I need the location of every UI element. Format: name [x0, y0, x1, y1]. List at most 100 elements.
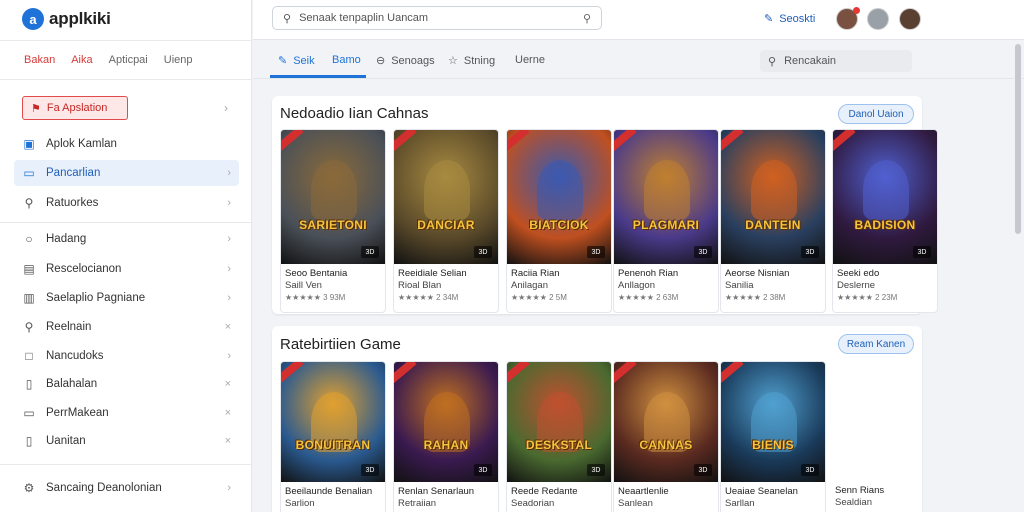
calendar-icon: ▤ — [23, 262, 35, 276]
game-developer: Sarlion — [285, 498, 315, 509]
scrollbar-thumb[interactable] — [1015, 44, 1021, 234]
tab-bamo[interactable]: Bamo — [332, 54, 361, 66]
game-card[interactable]: DESKSTAL 3D Reede Redante Seadorian — [506, 361, 612, 512]
tab-senoags[interactable]: ⊖ Senoags — [376, 54, 435, 68]
sidebar-item[interactable]: ▯ Balahalan × — [14, 371, 239, 397]
chat-bubble-icon: ▭ — [23, 166, 35, 180]
game-card[interactable]: BONUITRAN 3D Beeilaunde Benalian Sarlion — [280, 361, 386, 512]
avatar[interactable] — [899, 8, 921, 30]
section-more-button[interactable]: Danol Uaion — [838, 104, 914, 124]
pencil-icon: ✎ — [764, 13, 774, 25]
sidebar-item[interactable]: ▤ Rescelocianon › — [14, 256, 239, 282]
game-developer: Anllagon — [618, 280, 655, 291]
cover-title: BADISION — [854, 218, 916, 232]
cover-title: RAHAN — [423, 438, 469, 452]
badge: 3D — [801, 464, 819, 476]
chevron-right-icon: › — [227, 233, 231, 245]
secondary-search-input[interactable]: ⚲ Rencakain — [760, 50, 912, 72]
section-more-button[interactable]: Ream Kanen — [838, 334, 914, 354]
divider — [0, 222, 251, 223]
game-card-partial[interactable]: Senn Rians Sealdian — [835, 485, 915, 512]
cover-title: DESKSTAL — [525, 438, 593, 452]
game-name: Ueaiae Seanelan — [725, 486, 798, 497]
search-icon: ⚲ — [768, 55, 777, 68]
sidebar-item[interactable]: ⚲ Reelnain × — [14, 314, 239, 340]
game-cover-image: BIATCIOK 3D — [507, 130, 611, 264]
game-cover-image: DANCIAR 3D — [394, 130, 498, 264]
sidebar-item[interactable]: □ Nancudoks › — [14, 343, 239, 369]
game-card[interactable]: SARIETONI 3D Seoo Bentania Saill Ven ★★★★★ 3… — [280, 129, 386, 313]
badge: 3D — [694, 246, 712, 258]
sidebar-item-label: Ratuorkes — [46, 197, 99, 209]
game-card[interactable]: BIENIS 3D Ueaiae Seanelan Sarllan — [720, 361, 826, 512]
game-card[interactable]: RAHAN 3D Renlan Senarlaun Retraiian — [393, 361, 499, 512]
game-developer: Seadorian — [511, 498, 555, 509]
game-developer: Anilagan — [511, 280, 548, 291]
game-name: Seeki edo — [837, 268, 880, 279]
featured-button[interactable]: ⚑ Fa Apslation — [22, 96, 128, 120]
sidebar-item[interactable]: ▣ Aplok Kamlan — [14, 131, 239, 157]
game-cover-image: BADISION 3D — [833, 130, 937, 264]
search-submit-icon[interactable]: ⚲ — [583, 12, 591, 25]
cover-title: BONUITRAN — [295, 438, 371, 452]
close-icon: × — [224, 378, 231, 390]
flag-icon: ⚑ — [31, 102, 41, 115]
app-logo[interactable]: a applkiki — [22, 8, 111, 30]
circle-icon: ⊖ — [376, 55, 386, 67]
sidebar-item[interactable]: ○ Hadang › — [14, 226, 239, 252]
sidebar-item-settings[interactable]: ⚙ Sancaing Deanolonian › — [14, 475, 239, 501]
search-icon: ⚲ — [24, 196, 34, 210]
sidebar-item-active[interactable]: ▭ Pancarlian › — [14, 160, 239, 186]
sidebar-item-label: Rescelocianon — [46, 263, 122, 275]
game-developer: Sanlean — [618, 498, 653, 509]
sidebar-item[interactable]: ▯ Uanitan × — [14, 428, 239, 454]
game-developer: Sealdian — [835, 497, 872, 508]
chevron-right-icon: › — [227, 482, 231, 494]
sidebar-item[interactable]: ▭ PerrMakean × — [14, 400, 239, 426]
sidebar-item[interactable]: ▥ Saelaplio Pagniane › — [14, 285, 239, 311]
tab-seik[interactable]: ✎ Seik — [278, 54, 315, 68]
sidebar-tab[interactable]: Uienp — [164, 54, 193, 66]
game-card[interactable]: DANCIAR 3D Reeidiale Selian Rioal Blan ★★★★★… — [393, 129, 499, 313]
new-ribbon — [614, 130, 637, 154]
search-input[interactable]: ⚲ Senaak tenpaplin Uancam ⚲ — [272, 6, 602, 30]
game-name: Neaartlenlie — [618, 486, 669, 497]
tab-uerne[interactable]: Uerne — [515, 54, 545, 66]
game-rating: ★★★★★ 2 63M — [618, 293, 679, 302]
section-title: Ratebirtiien Game — [280, 336, 401, 353]
game-rating: ★★★★★ 2 38M — [725, 293, 786, 302]
close-icon: × — [224, 435, 231, 447]
gear-icon: ⚙ — [23, 481, 35, 495]
sidebar-tab[interactable]: Aika — [71, 54, 92, 66]
sidebar-tabs: Bakan Aika Apticpai Uienp — [0, 40, 251, 80]
cover-title: DANCIAR — [417, 218, 475, 232]
sidebar-tab[interactable]: Apticpai — [109, 54, 148, 66]
game-developer: Saill Ven — [285, 280, 322, 291]
chevron-right-icon: › — [224, 101, 228, 115]
badge: 3D — [474, 246, 492, 258]
game-card[interactable]: CANNAS 3D Neaartlenlie Sanlean — [613, 361, 719, 512]
game-cover-image: BONUITRAN 3D — [281, 362, 385, 482]
badge: 3D — [361, 464, 379, 476]
badge: 3D — [694, 464, 712, 476]
game-card[interactable]: PLAGMARI 3D Penenoh Rian Anllagon ★★★★★ 2 63… — [613, 129, 719, 313]
magnifier-icon: ⚲ — [24, 320, 34, 334]
badge: 3D — [587, 464, 605, 476]
badge: 3D — [587, 246, 605, 258]
search-text: Senaak tenpaplin Uancam — [299, 12, 429, 24]
top-action-link[interactable]: ✎ Seoskti — [764, 12, 815, 26]
app-window-icon: ▣ — [23, 137, 35, 151]
game-cover-image: DANTEIN 3D — [721, 130, 825, 264]
game-cover-image: CANNAS 3D — [614, 362, 718, 482]
game-card[interactable]: BADISION 3D Seeki edo Deslerne ★★★★★ 2 23M — [832, 129, 938, 313]
character-art — [424, 160, 470, 220]
sidebar-tab[interactable]: Bakan — [24, 54, 55, 66]
close-icon: × — [224, 321, 231, 333]
avatar[interactable] — [867, 8, 889, 30]
game-card[interactable]: DANTEIN 3D Aeorse Nisnian Sanilia ★★★★★ 2 38… — [720, 129, 826, 313]
sidebar-item-label: Reelnain — [46, 321, 92, 333]
game-name: Penenoh Rian — [618, 268, 679, 279]
tab-stning[interactable]: ☆ Stning — [448, 54, 495, 68]
sidebar-item[interactable]: ⚲ Ratuorkes › — [14, 190, 239, 216]
game-card[interactable]: BIATCIOK 3D Raciia Rian Anilagan ★★★★★ 2 5M — [506, 129, 612, 313]
